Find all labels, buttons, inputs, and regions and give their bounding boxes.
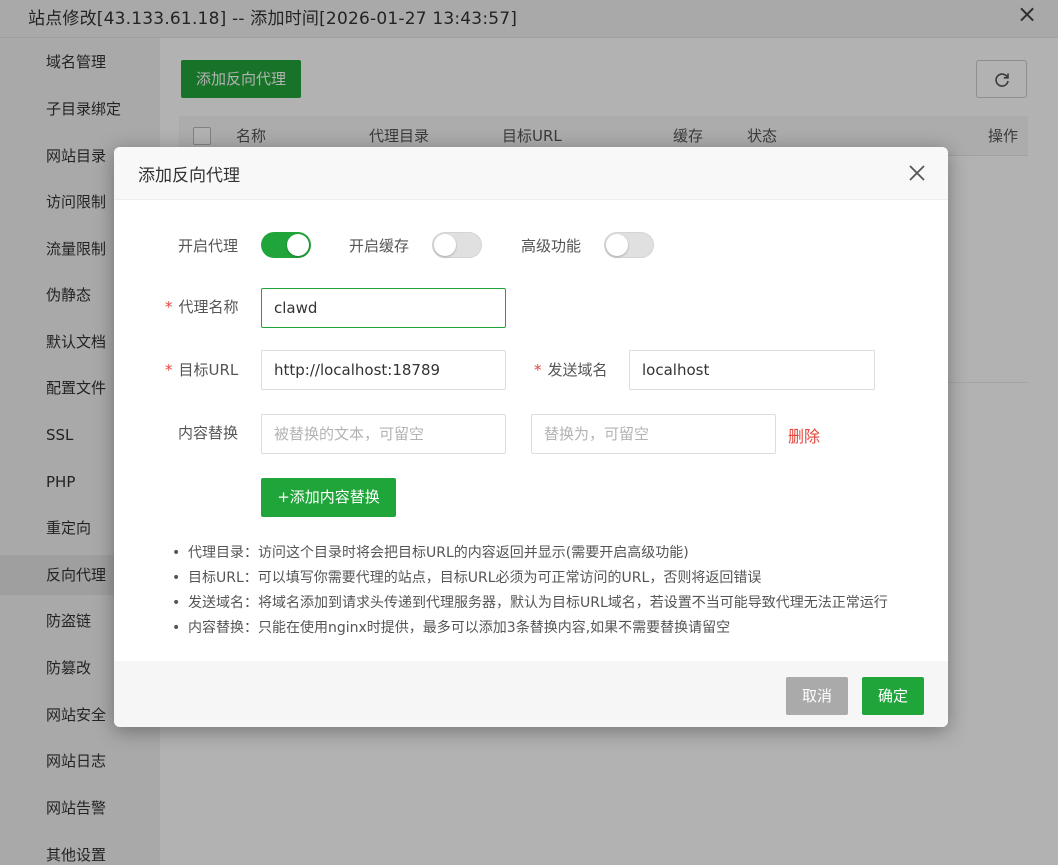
replace-to-input[interactable] [531,414,776,454]
toggle-knob [606,234,628,256]
target-url-label: * 目标URL [165,359,238,380]
dialog-close-icon[interactable] [904,160,930,186]
delete-replace-link[interactable]: 删除 [788,423,820,447]
dialog-footer: 取消 确定 [114,661,948,727]
note-proxy-dir: 代理目录：访问这个目录时将会把目标URL的内容返回并显示(需要开启高级功能) [172,541,932,566]
proxy-toggle-label: 开启代理 [178,237,239,255]
content-replace-label: 内容替换 [178,424,239,442]
proxy-name-label-text: 代理名称 [178,298,239,316]
target-url-input[interactable] [261,350,506,390]
dialog-header: 添加反向代理 [114,147,948,200]
cancel-button[interactable]: 取消 [786,677,848,715]
advanced-toggle-label: 高级功能 [521,237,582,255]
required-mark: * [165,298,173,316]
help-notes: 代理目录：访问这个目录时将会把目标URL的内容返回并显示(需要开启高级功能) 目… [172,541,932,641]
required-mark: * [165,361,173,379]
proxy-name-label: * 代理名称 [165,296,239,317]
note-target-url: 目标URL：可以填写你需要代理的站点，目标URL必须为可正常访问的URL，否则将… [172,566,932,591]
required-mark: * [534,361,542,379]
replace-from-input[interactable] [261,414,506,454]
target-url-label-text: 目标URL [178,361,239,379]
cache-toggle-label: 开启缓存 [349,237,410,255]
toggle-knob [434,234,456,256]
toggle-knob [287,234,309,256]
note-content-replace: 内容替换：只能在使用nginx时提供，最多可以添加3条替换内容,如果不需要替换请… [172,616,932,641]
confirm-button[interactable]: 确定 [862,677,924,715]
advanced-toggle[interactable] [604,232,654,258]
note-send-domain: 发送域名：将域名添加到请求头传递到代理服务器，默认为目标URL域名，若设置不当可… [172,591,932,616]
send-domain-label: * 发送域名 [534,359,608,380]
add-proxy-dialog: 添加反向代理 开启代理 开启缓存 高级功能 * 代理名称 * 目标URL * 发送域名… [114,147,948,727]
send-domain-label-text: 发送域名 [547,361,608,379]
proxy-name-input[interactable] [261,288,506,328]
add-content-replace-button[interactable]: +添加内容替换 [261,478,396,517]
dialog-title: 添加反向代理 [138,166,240,186]
send-domain-input[interactable] [629,350,875,390]
proxy-toggle[interactable] [261,232,311,258]
cache-toggle[interactable] [432,232,482,258]
